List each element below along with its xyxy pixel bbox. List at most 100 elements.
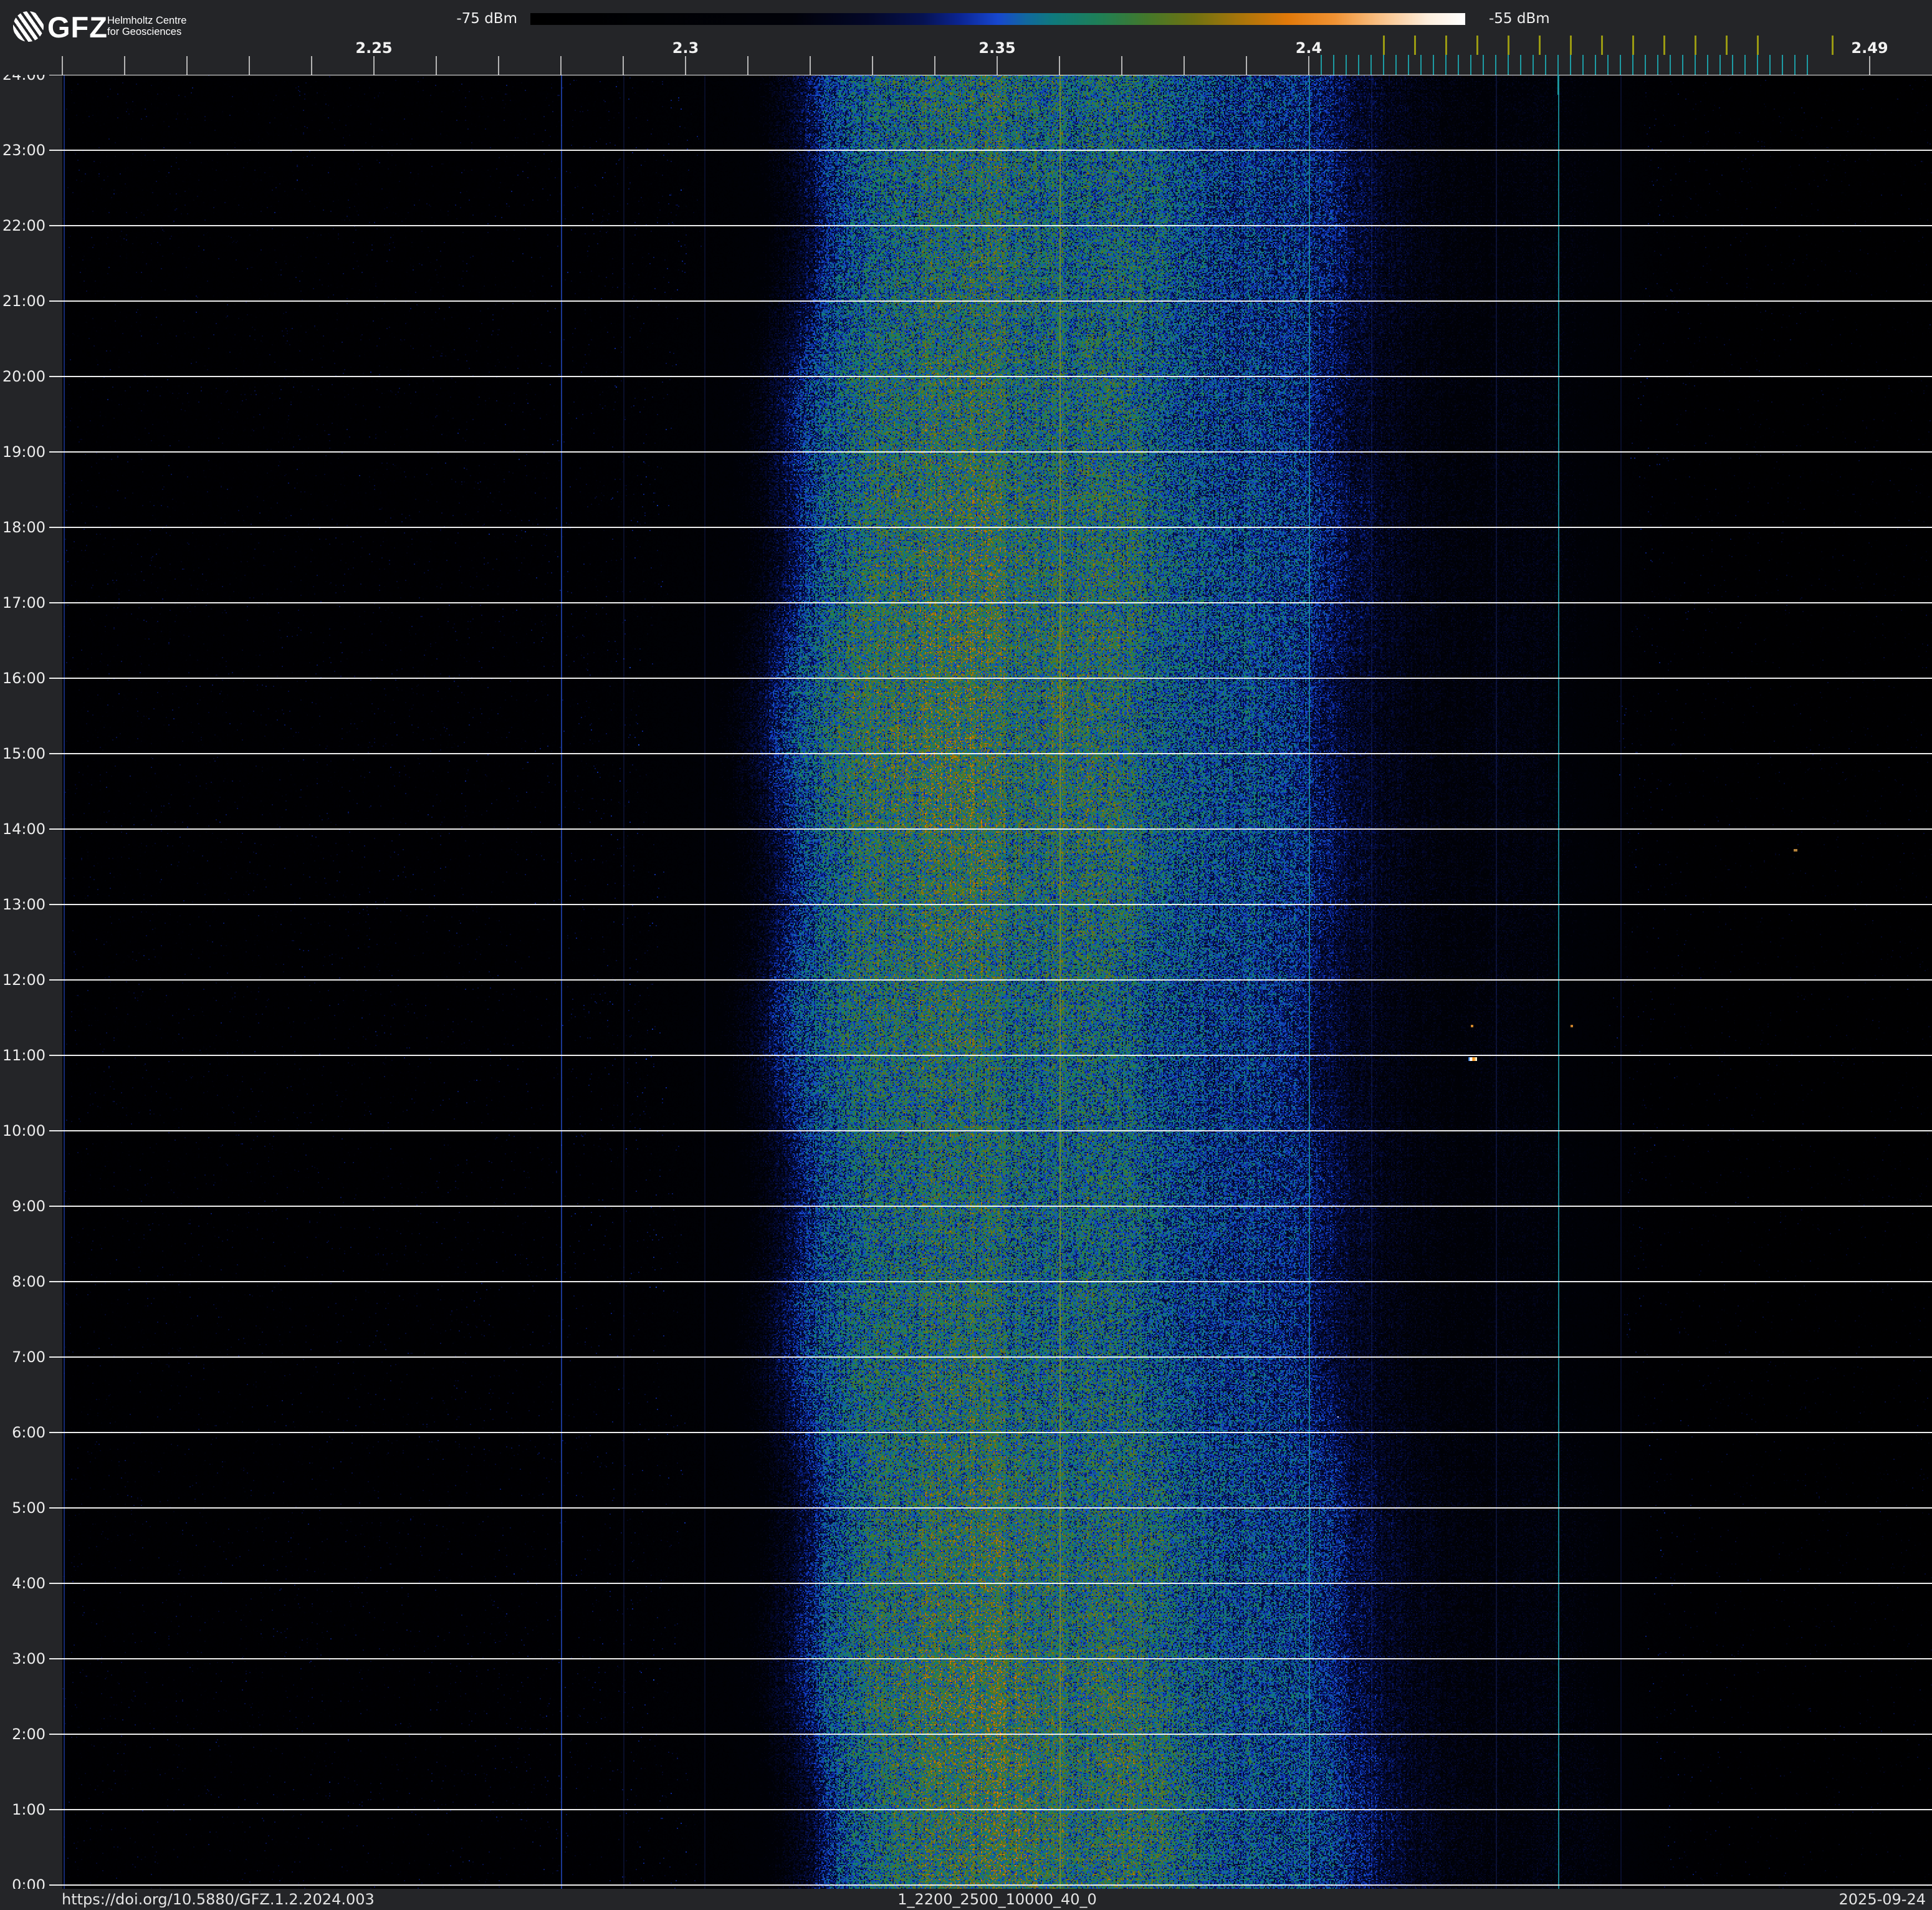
freq-tick <box>1246 56 1247 75</box>
freq-tick <box>311 56 312 75</box>
hour-gridline <box>49 602 1932 603</box>
freq-tick <box>1121 56 1122 75</box>
time-label: 15:00 <box>0 745 45 762</box>
hour-gridline <box>49 1432 1932 1433</box>
hour-gridline <box>49 527 1932 528</box>
time-label: 1:00 <box>0 1801 45 1818</box>
freq-tick <box>934 56 935 75</box>
ble-channel-tick <box>1470 55 1471 75</box>
wifi-channel-tick <box>1414 36 1416 55</box>
time-label: 17:00 <box>0 594 45 612</box>
hour-gridline <box>49 225 1932 226</box>
freq-tick <box>436 56 437 75</box>
ble-channel-tick <box>1632 55 1633 75</box>
hour-gridline <box>49 150 1932 151</box>
colorbar-min-label: -75 dBm <box>374 11 517 27</box>
hour-gridline <box>49 1206 1932 1207</box>
ble-channel-tick <box>1458 55 1459 75</box>
ble-channel-tick <box>1744 55 1746 75</box>
freq-tick <box>560 56 562 75</box>
time-label: 3:00 <box>0 1650 45 1668</box>
colorbar-gradient <box>530 13 1465 25</box>
ble-channel-tick <box>1333 55 1334 75</box>
hour-gridline <box>49 1884 1932 1886</box>
ble-channel-tick <box>1769 55 1771 75</box>
freq-tick <box>872 56 873 75</box>
gfz-org-name: Helmholtz Centre for Geosciences <box>107 16 186 37</box>
time-label: 6:00 <box>0 1424 45 1441</box>
time-label: 18:00 <box>0 519 45 536</box>
freq-tick <box>249 56 250 75</box>
ble-channel-tick <box>1582 55 1584 75</box>
dataset-code: 1_2200_2500_10000_40_0 <box>62 1891 1932 1908</box>
ble-channel-tick <box>1433 55 1434 75</box>
colorbar-max-label: -55 dBm <box>1489 11 1632 27</box>
ble-channel-tick <box>1620 55 1621 75</box>
ble-channel-tick <box>1794 55 1796 75</box>
ble-channel-tick <box>1719 55 1721 75</box>
freq-tick <box>186 56 188 75</box>
freq-tick-label: 2.3 <box>642 39 729 57</box>
wifi-channel-tick <box>1663 36 1665 55</box>
time-label: 23:00 <box>0 142 45 159</box>
freq-tick <box>1308 56 1309 75</box>
freq-tick <box>997 56 998 75</box>
hour-gridline <box>49 979 1932 981</box>
org-line2: for Geosciences <box>107 26 181 37</box>
time-label: 13:00 <box>0 896 45 913</box>
hour-gridline <box>49 1809 1932 1810</box>
gfz-logo-text: GFZ <box>47 10 108 44</box>
ble-channel-tick <box>1383 55 1384 75</box>
header-bar: GFZ Helmholtz Centre for Geosciences -75… <box>0 0 1932 75</box>
time-label: 8:00 <box>0 1273 45 1290</box>
time-label: 7:00 <box>0 1348 45 1366</box>
footer-bar: https://doi.org/10.5880/GFZ.1.2.2024.003… <box>0 1889 1932 1910</box>
hour-gridline <box>49 753 1932 754</box>
hour-gridline <box>49 828 1932 830</box>
spectrogram-page: GFZ Helmholtz Centre for Geosciences -75… <box>0 0 1932 1910</box>
time-label: 10:00 <box>0 1122 45 1140</box>
ble-channel-tick <box>1533 55 1534 75</box>
time-label: 20:00 <box>0 368 45 385</box>
ble-channel-tick <box>1570 55 1571 75</box>
freq-tick-label: 2.35 <box>954 39 1041 57</box>
wifi-channel-tick <box>1476 36 1478 55</box>
freq-tick <box>685 56 686 75</box>
ble-channel-tick <box>1321 55 1322 75</box>
wifi-channel-tick <box>1695 36 1696 55</box>
time-label: 9:00 <box>0 1197 45 1215</box>
ble-channel-tick <box>1420 55 1422 75</box>
ble-channel-tick <box>1657 55 1658 75</box>
hour-gridline <box>49 1055 1932 1056</box>
hour-gridline <box>49 376 1932 377</box>
ble-channel-tick <box>1595 55 1596 75</box>
ble-channel-tick <box>1707 55 1708 75</box>
hour-gridline <box>49 678 1932 679</box>
freq-tick-label: 2.4 <box>1265 39 1352 57</box>
wifi-channel-tick <box>1726 36 1728 55</box>
freq-tick <box>623 56 624 75</box>
ble-channel-tick <box>1445 55 1447 75</box>
wifi-channel-tick <box>1445 36 1447 55</box>
ble-channel-tick <box>1732 55 1733 75</box>
ble-channel-tick <box>1545 55 1546 75</box>
time-label: 4:00 <box>0 1575 45 1592</box>
time-label: 19:00 <box>0 443 45 461</box>
hour-gridline <box>49 1658 1932 1659</box>
time-label: 5:00 <box>0 1499 45 1517</box>
hour-gridline <box>49 300 1932 302</box>
wifi-channel-tick <box>1508 36 1509 55</box>
hour-gridline <box>49 451 1932 453</box>
wifi-channel-tick <box>1832 36 1834 55</box>
freq-tick <box>498 56 499 75</box>
wifi-channel-tick <box>1539 36 1541 55</box>
freq-tick <box>810 56 811 75</box>
freq-tick <box>1184 56 1185 75</box>
ble-channel-tick <box>1395 55 1397 75</box>
ble-channel-tick <box>1695 55 1696 75</box>
ble-channel-tick <box>1757 55 1758 75</box>
ble-channel-tick <box>1483 55 1484 75</box>
ble-channel-tick <box>1670 55 1671 75</box>
freq-tick-label: 2.25 <box>330 39 418 57</box>
hour-gridline <box>49 1356 1932 1358</box>
